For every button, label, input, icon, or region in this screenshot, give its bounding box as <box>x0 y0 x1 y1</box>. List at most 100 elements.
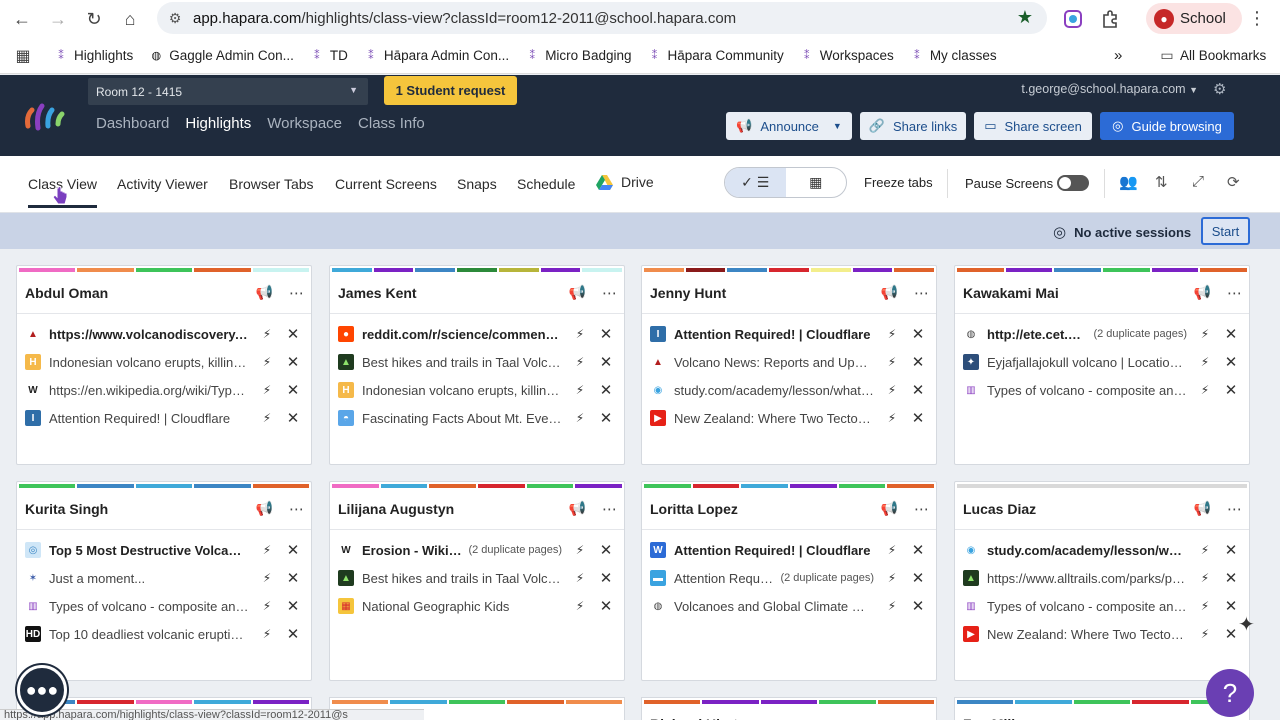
groups-icon[interactable]: 👥 <box>1119 173 1138 191</box>
tab-row[interactable]: ▬ Attention Required (2 duplicate pages) ⚡︎… <box>642 564 936 592</box>
student-name[interactable]: Abdul Oman <box>25 285 256 301</box>
site-settings-icon[interactable]: ⚙ <box>157 10 193 27</box>
tab-title[interactable]: Types of volcano - composite and shield <box>987 599 1187 614</box>
megaphone-icon[interactable]: 📢 <box>256 284 273 301</box>
tab-row[interactable]: ◍ Volcanoes and Global Climate Change ⚡︎ ✕ <box>642 592 936 620</box>
home-icon[interactable]: ⌂ <box>112 1 148 37</box>
back-icon[interactable]: ← <box>4 1 40 37</box>
lightning-icon[interactable]: ⚡︎ <box>257 571 277 585</box>
tab-title[interactable]: Eyjafjallajokull volcano | Location, Eru… <box>987 355 1187 370</box>
megaphone-icon[interactable]: 📢 <box>1194 284 1211 301</box>
tab-title[interactable]: Volcanoes and Global Climate Change <box>674 599 874 614</box>
tab-title[interactable]: Attention Required <box>674 571 774 586</box>
user-menu[interactable]: t.george@school.hapara.com ▼ <box>1021 82 1198 96</box>
tab-row[interactable]: ▲ Volcano News: Reports and Updates ⚡︎ ✕ <box>642 348 936 376</box>
tab-title[interactable]: Attention Required! | Cloudflare <box>674 327 874 342</box>
profile-chip[interactable]: ● School <box>1146 3 1242 34</box>
refresh-icon[interactable]: ⟳ <box>1227 173 1240 191</box>
tab-row[interactable]: ▥ Types of volcano - composite and shield… <box>955 592 1249 620</box>
student-name[interactable]: Kurita Singh <box>25 501 256 517</box>
view-mode-toggle[interactable]: ✓ ☰ ▦ <box>724 167 847 198</box>
share-links-button[interactable]: 🔗 Share links <box>860 112 966 140</box>
megaphone-icon[interactable]: 📢 <box>569 500 586 517</box>
chat-icon[interactable]: ●●● <box>17 665 67 715</box>
tab-schedule[interactable]: Schedule <box>517 176 575 192</box>
lightning-icon[interactable]: ⚡︎ <box>257 543 277 557</box>
apps-grid-icon[interactable]: ▦ <box>0 46 46 66</box>
tab-row[interactable]: ▶ New Zealand: Where Two Tectonic Plates ⚡… <box>955 620 1249 648</box>
bookmark-item[interactable]: ⁑ Workspaces <box>792 48 902 63</box>
tab-title[interactable]: Types of volcano - composite and shield <box>987 383 1187 398</box>
lightning-icon[interactable]: ⚡︎ <box>570 355 590 369</box>
help-icon[interactable]: ? <box>1206 669 1254 717</box>
more-options-icon[interactable]: ⋯ <box>602 284 617 302</box>
tab-title[interactable]: Best hikes and trails in Taal Volcano <box>362 355 562 370</box>
close-icon[interactable]: ✕ <box>283 381 303 399</box>
lightning-icon[interactable]: ⚡︎ <box>882 599 902 613</box>
lightning-icon[interactable]: ⚡︎ <box>257 355 277 369</box>
tab-row[interactable]: I Attention Required! | Cloudflare ⚡︎ ✕ <box>17 404 311 432</box>
extension-hapara-icon[interactable] <box>1060 6 1086 32</box>
tab-row[interactable]: H Indonesian volcano erupts, killing at l… <box>17 348 311 376</box>
close-icon[interactable]: ✕ <box>908 597 928 615</box>
nav-highlights[interactable]: Highlights <box>185 115 251 132</box>
close-icon[interactable]: ✕ <box>908 353 928 371</box>
tab-title[interactable]: Indonesian volcano erupts, killing at le… <box>49 355 249 370</box>
sort-icon[interactable]: ⇅ <box>1155 173 1168 191</box>
tab-row[interactable]: ▲ Best hikes and trails in Taal Volcano ⚡︎… <box>330 564 624 592</box>
megaphone-icon[interactable]: 📢 <box>1194 500 1211 517</box>
close-icon[interactable]: ✕ <box>1221 541 1241 559</box>
tab-row[interactable]: W Erosion - Wikipedia (2 duplicate pages) ⚡… <box>330 536 624 564</box>
tab-row[interactable]: ▲ Best hikes and trails in Taal Volcano ⚡︎… <box>330 348 624 376</box>
browser-menu-icon[interactable]: ⋮ <box>1248 8 1266 29</box>
close-icon[interactable]: ✕ <box>908 569 928 587</box>
close-icon[interactable]: ✕ <box>908 409 928 427</box>
more-bookmarks-icon[interactable]: » <box>1106 47 1130 64</box>
tab-row[interactable]: ✦ Eyjafjallajokull volcano | Location, Er… <box>955 348 1249 376</box>
tab-title[interactable]: Types of volcano - composite and shield <box>49 599 249 614</box>
lightning-icon[interactable]: ⚡︎ <box>570 383 590 397</box>
tab-row[interactable]: I Attention Required! | Cloudflare ⚡︎ ✕ <box>642 320 936 348</box>
student-name[interactable]: Richard Hirata <box>642 704 936 720</box>
announce-button[interactable]: 📢 Announce ▼ <box>726 112 852 140</box>
lightning-icon[interactable]: ⚡︎ <box>1195 543 1215 557</box>
gear-icon[interactable]: ⚙ <box>1213 80 1226 98</box>
hapara-logo-icon[interactable] <box>24 102 68 132</box>
megaphone-icon[interactable]: 📢 <box>881 284 898 301</box>
tab-title[interactable]: study.com/academy/lesson/what-is <box>987 543 1187 558</box>
nav-class-info[interactable]: Class Info <box>358 115 425 132</box>
more-options-icon[interactable]: ⋯ <box>602 500 617 518</box>
bookmark-item[interactable]: ◍ Gaggle Admin Con... <box>141 48 302 63</box>
start-session-button[interactable]: Start <box>1201 217 1250 245</box>
more-options-icon[interactable]: ⋯ <box>914 284 929 302</box>
lightning-icon[interactable]: ⚡︎ <box>1195 355 1215 369</box>
close-icon[interactable]: ✕ <box>283 597 303 615</box>
tab-title[interactable]: Top 10 deadliest volcanic eruptions <box>49 627 249 642</box>
tab-row[interactable]: ✶ Just a moment... ⚡︎ ✕ <box>17 564 311 592</box>
tab-row[interactable]: ▥ Types of volcano - composite and shield… <box>955 376 1249 404</box>
more-options-icon[interactable]: ⋯ <box>1227 284 1242 302</box>
lightning-icon[interactable]: ⚡︎ <box>882 383 902 397</box>
close-icon[interactable]: ✕ <box>283 569 303 587</box>
list-view-icon[interactable]: ✓ ☰ <box>725 168 786 197</box>
tab-row[interactable]: H Indonesian volcano erupts, killing at l… <box>330 376 624 404</box>
forward-icon[interactable]: → <box>40 1 76 37</box>
close-icon[interactable]: ✕ <box>283 541 303 559</box>
more-options-icon[interactable]: ⋯ <box>914 500 929 518</box>
tab-row[interactable]: W Attention Required! | Cloudflare ⚡︎ ✕ <box>642 536 936 564</box>
megaphone-icon[interactable]: 📢 <box>256 500 273 517</box>
tab-row[interactable]: Whttps://en.wikipedia.org/wiki/Types_of_… <box>17 376 311 404</box>
room-select[interactable]: Room 12 - 1415 ▼ <box>88 78 368 105</box>
tab-title[interactable]: https://en.wikipedia.org/wiki/Types_of_v… <box>49 383 249 398</box>
extensions-puzzle-icon[interactable] <box>1097 6 1123 32</box>
student-name[interactable]: Lilijana Augustyn <box>338 501 569 517</box>
sparkle-icon[interactable]: ✦ <box>1238 612 1255 637</box>
tab-title[interactable]: https://www.volcanodiscovery.com <box>49 327 249 342</box>
more-options-icon[interactable]: ⋯ <box>289 500 304 518</box>
bookmark-item[interactable]: ⁑ Hāpara Community <box>639 48 791 63</box>
close-icon[interactable]: ✕ <box>908 325 928 343</box>
tab-row[interactable]: ◍ http://ete.cet.edu (2 duplicate pages) ⚡︎… <box>955 320 1249 348</box>
tab-title[interactable]: Attention Required! | Cloudflare <box>674 543 874 558</box>
close-icon[interactable]: ✕ <box>596 597 616 615</box>
tab-title[interactable]: Erosion - Wikipedia <box>362 543 462 558</box>
